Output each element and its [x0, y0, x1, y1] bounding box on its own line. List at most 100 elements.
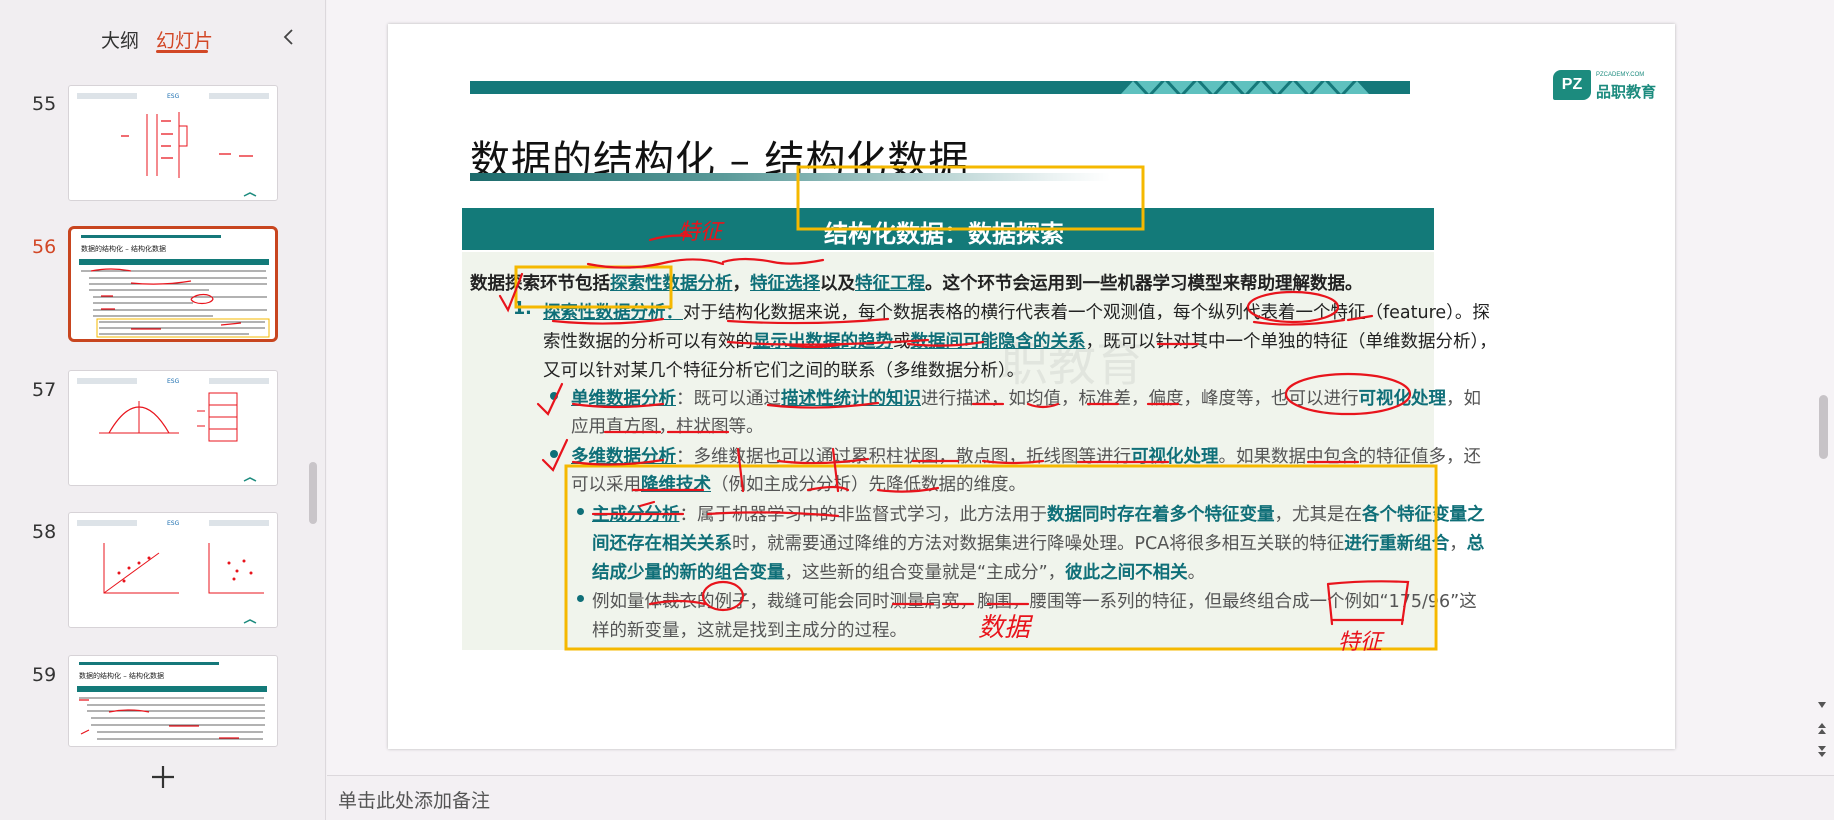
- title-underline: [470, 173, 1110, 181]
- bullet-dot: [550, 450, 558, 458]
- thumb-title: ESG: [167, 378, 180, 385]
- slide-number: 55: [32, 93, 57, 115]
- intro-term-feature-selection: 特征选择: [750, 274, 820, 294]
- bullet2-text: 可以采用: [571, 475, 641, 495]
- header-triangle-decoration: [1121, 81, 1369, 94]
- sub-bullet-dot: [577, 595, 584, 602]
- tab-outline[interactable]: 大纲: [101, 26, 139, 53]
- sub2-line1[interactable]: 例如量体裁衣的例子，裁缝可能会同时测量肩宽，胸围，腰围等一系列的特征，但最终组合…: [592, 588, 1477, 613]
- sub1-term: 总: [1466, 534, 1485, 554]
- thumb-title: ESG: [167, 93, 180, 100]
- sub1-term: 数据同时存在着多个特征变量: [1047, 505, 1275, 525]
- thumbnail-preview: 数据的结构化 – 结构化数据: [79, 235, 270, 338]
- thumbnail-preview: ESG: [77, 520, 269, 624]
- slide-thumbnail-56[interactable]: 数据的结构化 – 结构化数据: [68, 226, 278, 342]
- sub1-term: 彼此之间不相关: [1065, 563, 1188, 583]
- chevron-left-icon[interactable]: [280, 27, 298, 47]
- thumb-title: 数据的结构化 – 结构化数据: [79, 671, 164, 680]
- item-number: 1.: [513, 299, 532, 319]
- sub1-line2[interactable]: 间还存在相关关系时，就需要通过降维的方法对数据集进行降噪处理。PCA将很多相互关…: [592, 530, 1484, 555]
- sub1-term: 进行重新组合: [1344, 534, 1450, 554]
- sub1-term: 间还存在相关关系: [592, 534, 732, 554]
- bullet1-term: 可视化处理: [1358, 389, 1447, 409]
- item1-heading: 探索性数据分析：: [543, 303, 683, 323]
- sub1-term: 结成少量的新的组合变量: [592, 563, 785, 583]
- thumbnail-preview: 数据的结构化 – 结构化数据: [77, 662, 267, 740]
- slide-navigator-panel: 大纲 幻灯片 55 ESG 56 数据的结构化 – 结构化数据 57 ESG 5…: [0, 0, 326, 820]
- bullet1-line2[interactable]: 应用直方图，柱状图等。: [571, 413, 764, 438]
- scroll-down-icon[interactable]: [1815, 698, 1829, 712]
- bullet1-text: ，如: [1446, 389, 1481, 409]
- logo-url: PZCADEMY.COM: [1596, 72, 1645, 78]
- add-slide-icon[interactable]: [148, 762, 178, 792]
- sub-bullet-dot: [577, 508, 584, 515]
- sub1-line1[interactable]: 主成分分析：属于机器学习中的非监督式学习，此方法用于数据同时存在着多个特征变量，…: [592, 501, 1485, 526]
- slide-number: 59: [32, 664, 57, 686]
- thumb-title: 数据的结构化 – 结构化数据: [81, 244, 166, 253]
- intro-text: 以及: [820, 274, 855, 294]
- item1-line1[interactable]: 探索性数据分析：对于结构化数据来说，每个数据表格的横行代表着一个观测值，每个纵列…: [543, 299, 1490, 324]
- bullet2-line1[interactable]: 多维数据分析：多维数据也可以通过累积柱状图，散点图，折线图等进行可视化处理。如果…: [571, 443, 1481, 468]
- slide-thumbnail-58[interactable]: ESG: [68, 512, 278, 628]
- item1-text: 索性数据的分析可以有效的: [543, 332, 753, 352]
- slide-editor-canvas: PZ PZCADEMY.COM 品职教育 数据的结构化 – 结构化数据 结构化数…: [327, 0, 1834, 775]
- bullet2-heading: 多维数据分析: [571, 447, 676, 467]
- bullet1-text: ：既可以通过: [676, 389, 781, 409]
- intro-text: 数据探索环节包括: [470, 274, 610, 294]
- intro-term-feature-engineering: 特征工程: [855, 274, 925, 294]
- sub2-line2[interactable]: 样的新变量，这就是找到主成分的过程。: [592, 617, 907, 642]
- sub1-term: 各个特征变量之: [1362, 505, 1485, 525]
- slide-thumbnail-57[interactable]: ESG: [68, 370, 278, 486]
- bullet2-line2[interactable]: 可以采用降维技术（例如主成分分析）先降低数据的维度。: [571, 471, 1026, 496]
- bullet2-text: ：多维数据也可以通过累积柱状图，散点图，折线图等进行: [676, 447, 1131, 467]
- item1-line2[interactable]: 索性数据的分析可以有效的显示出数据的趋势或数据间可能隐含的关系，既可以针对其中一…: [543, 328, 1497, 353]
- logo-name: 品职教育: [1596, 83, 1657, 101]
- bullet1-text: 进行描述，如均值，标准差，偏度，峰度等，也可以进行: [921, 389, 1359, 409]
- bullet2-text: （例如主成分分析）先降低数据的维度。: [711, 475, 1026, 495]
- sub1-text: ，: [1449, 534, 1467, 554]
- item1-line3[interactable]: 又可以针对某几个特征分析它们之间的联系（多维数据分析）。: [543, 357, 1024, 382]
- tab-slides[interactable]: 幻灯片: [156, 26, 213, 53]
- bullet2-term: 可视化处理: [1131, 447, 1219, 467]
- slide-number: 58: [32, 521, 57, 543]
- brand-logo: PZ PZCADEMY.COM 品职教育: [1553, 68, 1663, 108]
- next-slide-icon[interactable]: [1815, 744, 1829, 758]
- sub1-text: 。: [1187, 563, 1206, 583]
- item1-text: 对于结构化数据来说，每个数据表格的横行代表着一个观测值，每个纵列代表着一个特征（…: [683, 303, 1490, 323]
- intro-text: 。这个环节会运用到一些机器学习模型来帮助理解数据。: [925, 274, 1363, 294]
- sub1-text: 时，就需要通过降维的方法对数据集进行降噪处理。PCA将很多相互关联的特征: [732, 534, 1345, 554]
- item1-text: 或: [893, 332, 911, 352]
- intro-paragraph[interactable]: 数据探索环节包括探索性数据分析，特征选择以及特征工程。这个环节会运用到一些机器学…: [470, 270, 1363, 295]
- section-title[interactable]: 结构化数据：数据探索: [824, 214, 1064, 249]
- slide-number: 57: [32, 379, 57, 401]
- editor-scrollbar-thumb[interactable]: [1819, 395, 1828, 459]
- active-tab-indicator: [156, 50, 208, 53]
- current-slide[interactable]: PZ PZCADEMY.COM 品职教育 数据的结构化 – 结构化数据 结构化数…: [388, 24, 1675, 749]
- slide-thumbnail-55[interactable]: ESG: [68, 85, 278, 201]
- intro-text: ，: [732, 274, 751, 294]
- sub1-text: ，这些新的组合变量就是“主成分”，: [784, 563, 1066, 583]
- notes-placeholder[interactable]: 单击此处添加备注: [338, 786, 490, 813]
- intro-term-eda: 探索性数据分析: [610, 274, 733, 294]
- bullet1-term: 描述性统计的知识: [781, 389, 921, 409]
- notes-pane[interactable]: 单击此处添加备注: [327, 775, 1834, 820]
- bullet2-term: 降维技术: [641, 475, 711, 495]
- bullet2-text: 。如果数据中包含的特征值多，还: [1218, 447, 1482, 467]
- bullet1-heading: 单维数据分析: [571, 389, 676, 409]
- sub1-heading: 主成分分析: [592, 505, 680, 525]
- previous-slide-icon[interactable]: [1815, 722, 1829, 736]
- item1-term: 数据间可能隐含的关系: [910, 332, 1086, 352]
- sub1-text: ，尤其是在: [1274, 505, 1363, 525]
- bullet-dot: [550, 392, 558, 400]
- sub1-line3[interactable]: 结成少量的新的组合变量，这些新的组合变量就是“主成分”，彼此之间不相关。: [592, 559, 1205, 584]
- thumb-title: ESG: [167, 520, 180, 527]
- slide-thumbnail-59[interactable]: 数据的结构化 – 结构化数据: [68, 655, 278, 747]
- bullet1-line1[interactable]: 单维数据分析：既可以通过描述性统计的知识进行描述，如均值，标准差，偏度，峰度等，…: [571, 385, 1481, 410]
- item1-text: ，既可以针对其中一个单独的特征（单维数据分析），: [1085, 332, 1497, 352]
- item1-term: 显示出数据的趋势: [753, 332, 893, 352]
- thumbnail-preview: ESG: [77, 93, 269, 197]
- thumbnail-preview: ESG: [77, 378, 269, 482]
- logo-badge: PZ: [1553, 70, 1591, 100]
- thumbnail-scrollbar[interactable]: [309, 462, 317, 524]
- slide-number: 56: [32, 236, 57, 258]
